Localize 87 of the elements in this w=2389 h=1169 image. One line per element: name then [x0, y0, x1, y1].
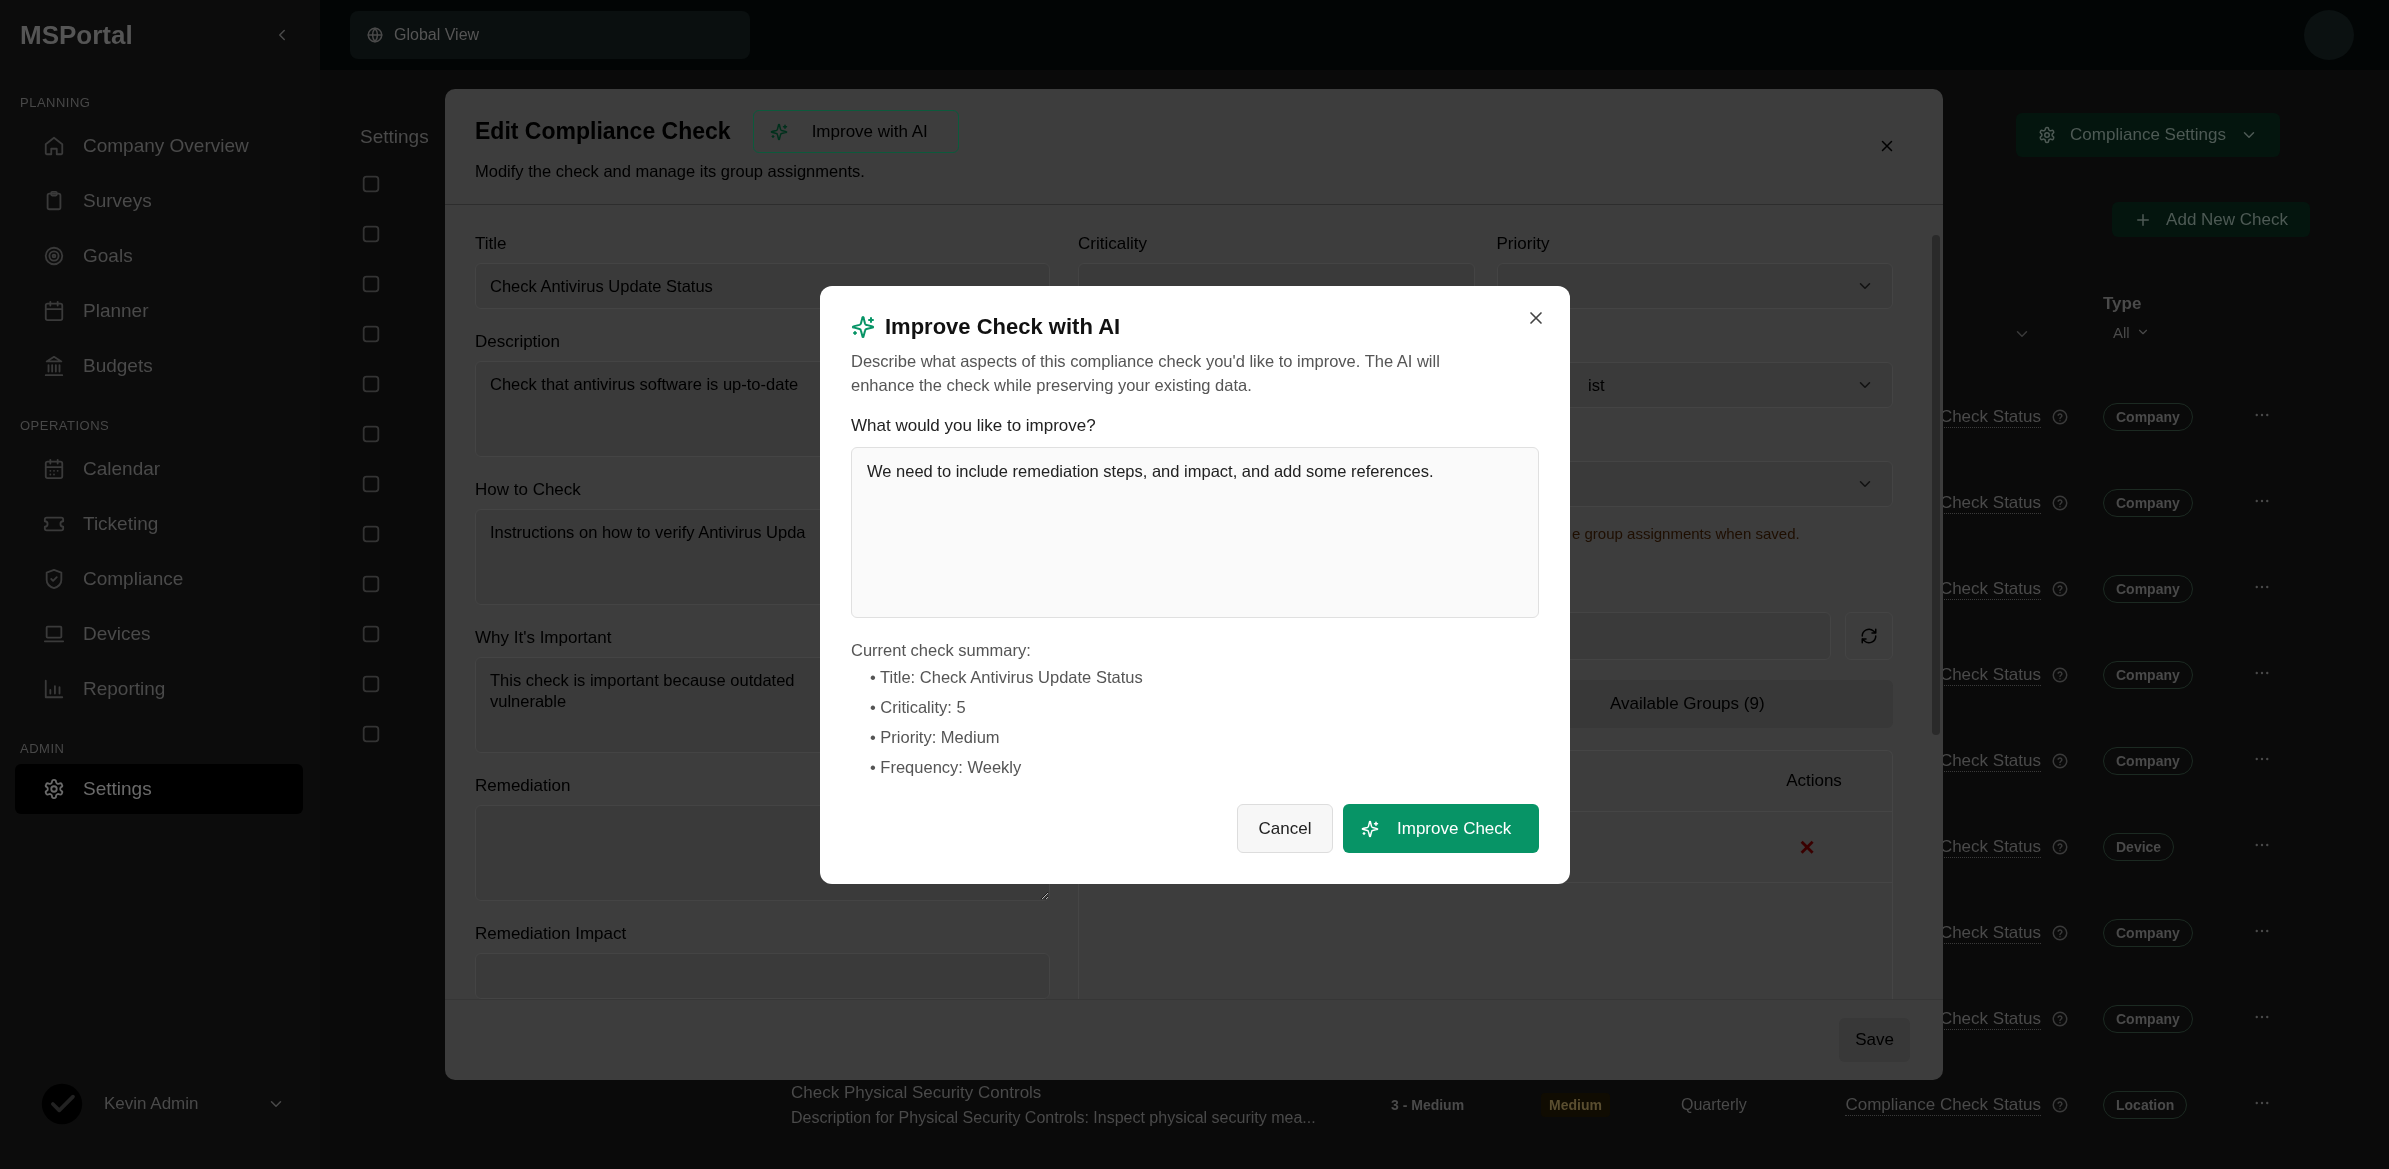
- status-link[interactable]: Compliance Check Status: [1845, 1094, 2041, 1116]
- square-icon: [360, 573, 382, 595]
- add-check-button[interactable]: Add New Check: [2112, 202, 2310, 237]
- brand-name: MSPortal: [20, 19, 133, 51]
- summary-item: • Priority: Medium: [870, 727, 1001, 748]
- priority-tag: Medium: [1541, 1093, 1610, 1117]
- section-heading: PLANNING: [19, 94, 92, 112]
- sidebar-item[interactable]: Surveys: [15, 173, 303, 228]
- settings-icon: [43, 778, 65, 800]
- sidebar-item[interactable]: Devices: [15, 606, 303, 661]
- user-name: Kevin Admin: [104, 1094, 200, 1114]
- help-icon: [2051, 666, 2069, 684]
- field-label: Remediation: [475, 775, 571, 797]
- help-icon: [2051, 752, 2069, 770]
- refresh-icon: [1860, 627, 1878, 645]
- save-button[interactable]: Save: [1839, 1018, 1910, 1062]
- square-icon: [360, 723, 382, 745]
- field-label: How to Check: [475, 479, 581, 501]
- help-icon: [2051, 408, 2069, 426]
- improve-check-button[interactable]: Improve Check: [1343, 804, 1539, 853]
- type-filter[interactable]: All: [2103, 323, 2150, 341]
- field-label: Priority: [1496, 233, 1550, 255]
- sidebar-item[interactable]: Reporting: [15, 661, 303, 716]
- square-icon: [360, 523, 382, 545]
- square-icon: [360, 623, 382, 645]
- improve-with-ai-button[interactable]: Improve with AI: [752, 110, 959, 153]
- target-icon: [43, 244, 65, 267]
- sidebar-item[interactable]: Compliance: [15, 551, 303, 606]
- field-label: Remediation Impact: [475, 923, 627, 945]
- settings-menu-button[interactable]: Compliance Settings: [2016, 113, 2280, 157]
- field-label: Title: [475, 233, 507, 255]
- help-icon: [2051, 838, 2069, 856]
- calendar-icon: [43, 457, 65, 480]
- criticality-label: 3 - Medium: [1391, 1097, 1465, 1113]
- frequency-text: Quarterly: [1681, 1096, 1747, 1113]
- square-icon: [360, 673, 382, 695]
- sidebar-item[interactable]: Ticketing: [15, 496, 303, 551]
- text-area[interactable]: We need to include remediation steps, and impact, and add some references.: [851, 447, 1539, 618]
- dropdown[interactable]: [1496, 263, 1893, 309]
- square-icon: [360, 373, 382, 395]
- help-icon: [2051, 580, 2069, 598]
- cancel-button[interactable]: Cancel: [1237, 804, 1333, 853]
- field-label: Description: [475, 331, 561, 353]
- square-icon: [360, 273, 382, 295]
- check-description: Description for Physical Security Controls: Inspect physical security mea...: [791, 1109, 1317, 1127]
- column-header: Actions: [1785, 771, 1843, 791]
- sidebar-item[interactable]: Settings: [15, 764, 303, 814]
- shield-check-icon: [43, 567, 65, 590]
- bank-icon: [43, 354, 65, 377]
- dialog-title: Improve Check with AI: [885, 314, 1121, 340]
- remove-button[interactable]: ×: [1795, 831, 1819, 863]
- summary-item: • Criticality: 5: [870, 697, 967, 718]
- sidebar-item[interactable]: Calendar: [15, 441, 303, 496]
- field-label: Why It's Important: [475, 627, 612, 649]
- sidebar-item[interactable]: Company Overview: [15, 118, 303, 173]
- calendar-icon: [43, 299, 65, 322]
- summary-item: • Frequency: Weekly: [870, 757, 1023, 778]
- square-icon: [360, 223, 382, 245]
- sidebar-item[interactable]: Planner: [15, 283, 303, 338]
- search-field[interactable]: Global View: [350, 11, 750, 59]
- help-icon: [2051, 494, 2069, 512]
- sidebar-item[interactable]: Budgets: [15, 338, 303, 393]
- refresh-button[interactable]: [1845, 612, 1893, 660]
- bar-chart-icon: [43, 677, 65, 700]
- square-icon: [360, 173, 382, 195]
- section-heading: OPERATIONS: [19, 417, 111, 435]
- warning-text: e group assignments when saved.: [1571, 524, 1801, 544]
- dialog-title: Edit Compliance Check: [475, 118, 731, 145]
- sparkle-icon: [851, 315, 875, 339]
- help-icon: [2051, 1096, 2069, 1114]
- field-label: Criticality: [1078, 233, 1147, 255]
- sparkle-icon: [1361, 819, 1379, 838]
- home-icon: [43, 134, 65, 157]
- sparkle-icon: [769, 122, 788, 141]
- help-icon: [2051, 1010, 2069, 1028]
- column-header: Type: [2103, 293, 2142, 314]
- avatar-icon: [40, 1082, 84, 1126]
- settings-icon: [2038, 126, 2057, 144]
- page-heading: Settings: [360, 125, 430, 149]
- sidebar-item[interactable]: Goals: [15, 228, 303, 283]
- square-icon: [360, 473, 382, 495]
- section-heading: ADMIN: [19, 740, 66, 758]
- help-icon: [2051, 924, 2069, 942]
- dialog-subtitle: Modify the check and manage its group assignments.: [475, 161, 866, 182]
- check-title: Check Physical Security Controls: [791, 1083, 1043, 1103]
- square-icon: [360, 423, 382, 445]
- square-icon: [360, 323, 382, 345]
